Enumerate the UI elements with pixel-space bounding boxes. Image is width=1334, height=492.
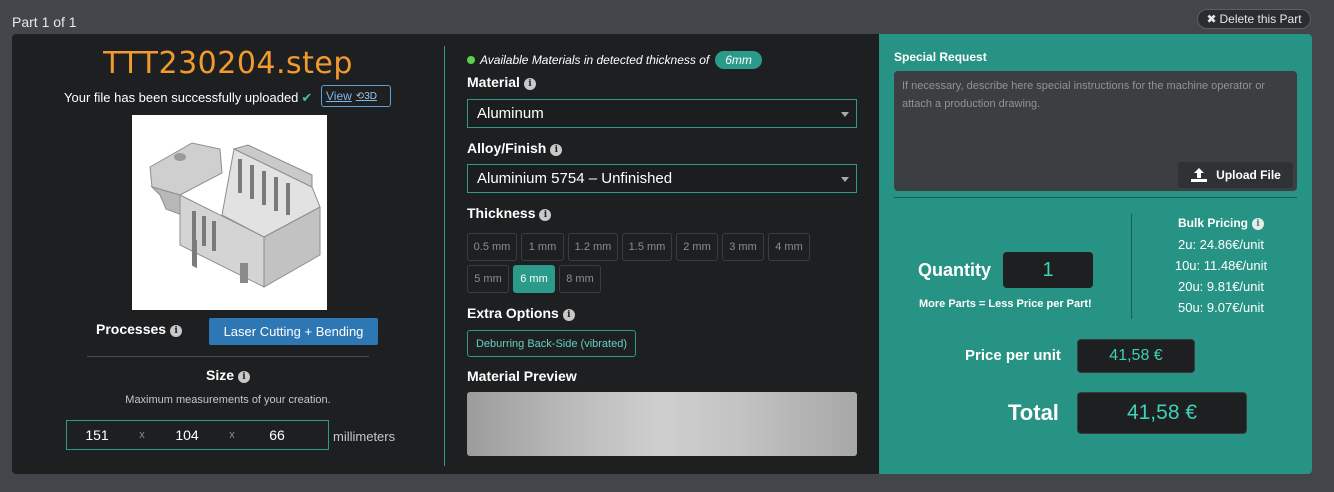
chevron-down-icon — [841, 177, 849, 182]
upload-icon — [1191, 168, 1208, 182]
file-name: TTT230204.step — [103, 46, 353, 81]
material-label: Material i — [467, 74, 536, 90]
alloy-label: Alloy/Finish i — [467, 140, 563, 156]
thickness-option-1-5mm[interactable]: 1.5 mm — [622, 233, 672, 261]
info-icon[interactable]: i — [550, 144, 563, 156]
special-request-placeholder: If necessary, describe here special inst… — [902, 80, 1265, 110]
processes-label: Processes i — [96, 321, 183, 337]
upload-status: Your file has been successfully uploaded… — [64, 90, 312, 106]
close-icon: ✖ — [1206, 12, 1217, 26]
availability-text: Available Materials in detected thicknes… — [480, 53, 710, 67]
size-description: Maximum measurements of your creation. — [125, 394, 331, 406]
total-value: 41,58 € — [1077, 392, 1247, 434]
material-select[interactable]: Aluminum — [467, 99, 857, 128]
divider — [894, 197, 1297, 198]
dimensions-box: 151 x 104 x 66 — [66, 420, 329, 450]
quantity-note: More Parts = Less Price per Part! — [919, 298, 1092, 310]
column-divider — [444, 46, 445, 466]
dimension-separator: x — [139, 429, 145, 441]
total-label: Total — [1008, 400, 1059, 425]
upload-file-label: Upload File — [1216, 168, 1281, 182]
divider — [1131, 214, 1132, 319]
info-icon[interactable]: i — [523, 78, 536, 90]
size-label: Size i — [12, 367, 444, 383]
material-value: Aluminum — [477, 105, 544, 122]
deburring-option-button[interactable]: Deburring Back-Side (vibrated) — [467, 330, 636, 357]
part-counter: Part 1 of 1 — [12, 14, 77, 30]
bulk-pricing-row: 20u: 9.81€/unit — [1177, 279, 1265, 294]
thickness-option-3mm[interactable]: 3 mm — [722, 233, 764, 261]
process-laser-cutting-bending-button[interactable]: Laser Cutting + Bending — [209, 318, 378, 345]
thickness-option-0-5mm[interactable]: 0.5 mm — [467, 233, 517, 261]
info-icon[interactable]: i — [562, 309, 575, 321]
thickness-label: Thickness i — [467, 205, 552, 221]
part-card: TTT230204.step Your file has been succes… — [12, 34, 1312, 474]
delete-part-button[interactable]: ✖ Delete this Part — [1197, 9, 1311, 29]
thickness-badge: 6mm — [715, 51, 762, 69]
alloy-value: Aluminium 5754 – Unfinished — [477, 170, 673, 187]
info-icon[interactable]: i — [170, 325, 183, 337]
chevron-down-icon — [841, 112, 849, 117]
thickness-option-2mm[interactable]: 2 mm — [676, 233, 718, 261]
bulk-pricing-row: 50u: 9.07€/unit — [1177, 300, 1265, 315]
dimension-unit: millimeters — [333, 429, 396, 444]
info-icon[interactable]: i — [1252, 218, 1264, 230]
pricing-panel: Special Request If necessary, describe h… — [879, 34, 1312, 474]
price-per-unit-value: 41,58 € — [1077, 339, 1195, 373]
dimension-y: 104 — [175, 427, 199, 443]
quantity-label: Quantity — [918, 260, 992, 280]
thickness-option-6mm[interactable]: 6 mm — [513, 265, 555, 293]
dimension-x: 151 — [85, 427, 109, 443]
part-preview-image — [132, 115, 327, 310]
upload-file-button[interactable]: Upload File — [1178, 162, 1293, 188]
bulk-pricing-row: 2u: 24.86€/unit — [1177, 237, 1265, 252]
view-3d-label: View — [326, 89, 352, 103]
info-icon[interactable]: i — [238, 371, 250, 383]
special-request-label: Special Request — [894, 50, 987, 64]
bulk-pricing-row: 10u: 11.48€/unit — [1174, 258, 1268, 273]
alloy-select[interactable]: Aluminium 5754 – Unfinished — [467, 164, 857, 193]
availability-note: Available Materials in detected thicknes… — [467, 51, 762, 69]
thickness-option-4mm[interactable]: 4 mm — [768, 233, 810, 261]
delete-part-label: Delete this Part — [1219, 12, 1302, 26]
thickness-option-1-2mm[interactable]: 1.2 mm — [568, 233, 618, 261]
thickness-option-8mm[interactable]: 8 mm — [559, 265, 601, 293]
bulk-pricing: Bulk Pricing i 2u: 24.86€/unit 10u: 11.48… — [1151, 216, 1291, 318]
quantity-input[interactable]: 1 — [1003, 252, 1093, 288]
status-dot-icon — [467, 56, 475, 64]
upload-status-text: Your file has been successfully uploaded — [64, 90, 299, 105]
view-3d-button[interactable]: View ⟲3D — [321, 85, 391, 107]
price-per-unit-label: Price per unit — [965, 347, 1061, 364]
extra-options-label: Extra Options i — [467, 305, 575, 321]
material-preview-image — [467, 392, 857, 456]
thickness-option-1mm[interactable]: 1 mm — [521, 233, 564, 261]
material-preview-label: Material Preview — [467, 368, 577, 384]
special-request-textarea[interactable]: If necessary, describe here special inst… — [894, 71, 1297, 191]
3d-rotate-icon: ⟲3D — [355, 90, 377, 102]
bulk-pricing-title: Bulk Pricing i — [1151, 216, 1291, 230]
dimension-separator: x — [229, 429, 235, 441]
thickness-option-5mm[interactable]: 5 mm — [467, 265, 509, 293]
dimension-z: 66 — [269, 427, 285, 443]
divider — [87, 356, 369, 357]
info-icon[interactable]: i — [539, 209, 552, 221]
checkmark-icon: ✔ — [301, 90, 313, 105]
